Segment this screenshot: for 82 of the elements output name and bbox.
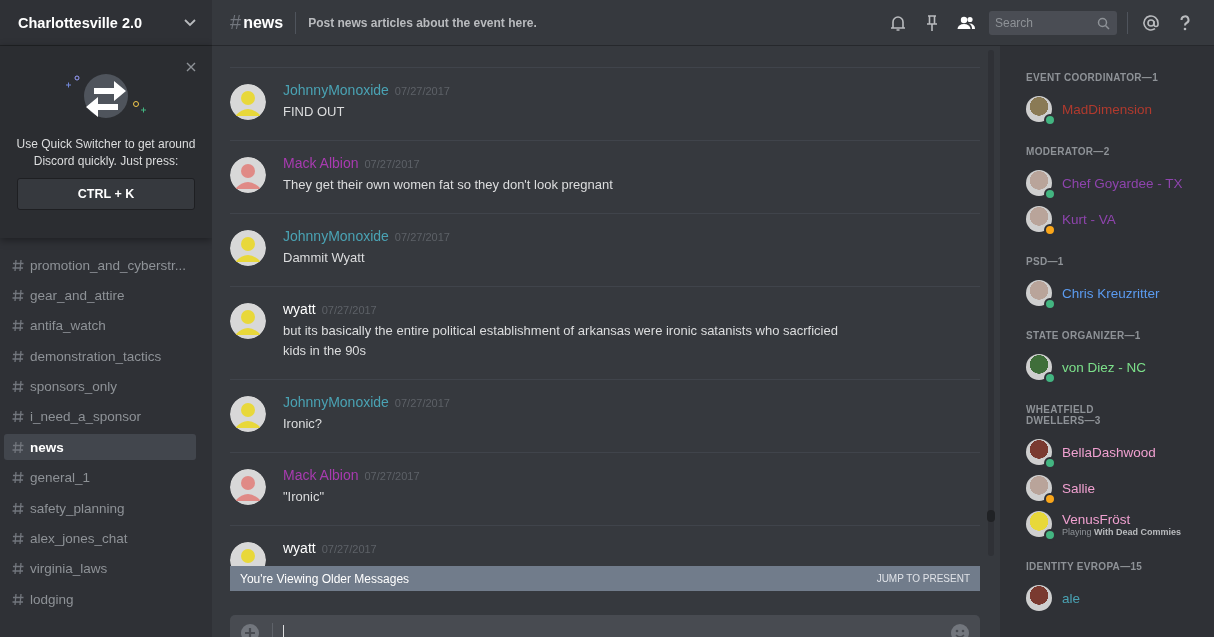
- hash-icon: [12, 501, 24, 515]
- channel-item[interactable]: promotion_and_cyberstr...: [4, 252, 196, 278]
- hash-icon: [12, 410, 24, 424]
- message-author[interactable]: JohnnyMonoxide: [283, 228, 389, 244]
- member-name[interactable]: BellaDashwood: [1062, 444, 1156, 460]
- role-heading: WHEATFIELD DWELLERS—3: [1026, 404, 1102, 426]
- channel-item[interactable]: antifa_watch: [4, 312, 196, 339]
- member-name[interactable]: Sallie: [1062, 480, 1096, 496]
- user-avatar[interactable]: [230, 84, 266, 120]
- channel-item[interactable]: gear_and_attire: [4, 282, 196, 309]
- hash-icon: [12, 288, 24, 302]
- hash-icon: [12, 592, 24, 606]
- older-messages-label: You're Viewing Older Messages: [240, 571, 410, 586]
- mention-icon[interactable]: [1141, 12, 1161, 33]
- hash-icon: [12, 380, 24, 394]
- hash-icon: [12, 471, 24, 485]
- member-name[interactable]: ale: [1062, 590, 1080, 606]
- message-text: They get their own women fat so they don't look pregnant: [283, 176, 613, 194]
- member-avatar[interactable]: [1026, 280, 1052, 306]
- search-field[interactable]: Search: [989, 10, 1117, 35]
- server-name[interactable]: Charlottesville 2.0: [18, 14, 143, 31]
- member-avatar[interactable]: [1026, 475, 1052, 501]
- member-name[interactable]: VenusFröst: [1062, 511, 1181, 527]
- member-activity: Playing With Dead Commies: [1062, 526, 1181, 537]
- role-heading: STATE ORGANIZER—1: [1026, 330, 1142, 341]
- message-author[interactable]: Mack Albion: [283, 155, 359, 171]
- chevron-down-icon[interactable]: [184, 18, 196, 27]
- message-text: Dammit Wyatt: [283, 249, 366, 267]
- jump-to-present-link[interactable]: JUMP TO PRESENT: [876, 573, 970, 584]
- channel-item[interactable]: lodging: [4, 586, 196, 613]
- message-author[interactable]: wyatt: [283, 540, 316, 556]
- message-author[interactable]: wyatt: [283, 301, 316, 317]
- channel-item[interactable]: alex_jones_chat: [4, 525, 196, 552]
- channel-item[interactable]: demonstration_tactics: [4, 343, 196, 370]
- hash-icon: [12, 349, 24, 363]
- user-avatar[interactable]: [230, 230, 266, 266]
- member-avatar[interactable]: [1026, 206, 1052, 232]
- message-text: Ironic?: [283, 415, 324, 433]
- quick-switcher-hint: Use Quick Switcher to get around Discord quickly. Just press:: [15, 136, 197, 170]
- channel-item[interactable]: virginia_laws: [4, 555, 196, 582]
- member-name[interactable]: Chris Kreuzritter: [1062, 285, 1160, 301]
- member-name[interactable]: MadDimension: [1062, 101, 1153, 117]
- message-text: FIND OUT: [283, 103, 346, 121]
- channel-item[interactable]: safety_planning: [4, 495, 196, 522]
- channel-topic: Post news articles about the event here.: [308, 15, 538, 30]
- channel-hash: #: [230, 11, 242, 34]
- hash-icon: [12, 532, 24, 545]
- channel-item[interactable]: sponsors_only: [4, 373, 196, 400]
- hash-icon: [12, 440, 24, 454]
- shortcut-button[interactable]: CTRL + K: [17, 178, 195, 210]
- scrollbar[interactable]: [988, 50, 994, 556]
- role-heading: MODERATOR—2: [1026, 146, 1111, 157]
- message-author[interactable]: JohnnyMonoxide: [283, 82, 389, 98]
- message-text: "Ironic": [283, 488, 326, 506]
- search-icon: [1097, 16, 1110, 30]
- role-heading: PSD—1: [1026, 256, 1065, 267]
- channel-item[interactable]: general_1: [4, 464, 196, 491]
- role-heading: IDENTITY EVROPA—15: [1026, 561, 1144, 572]
- message-text: but its basically the entire political establishment of arkansas were ironic satanists who sacrficied kids in the 90s: [283, 322, 839, 360]
- hash-icon: [12, 319, 24, 333]
- hash-icon: [12, 258, 24, 272]
- member-name[interactable]: Kurt - VA: [1062, 211, 1116, 227]
- user-avatar[interactable]: [230, 396, 266, 432]
- user-avatar[interactable]: [230, 303, 266, 339]
- user-avatar[interactable]: [230, 157, 266, 193]
- message-author[interactable]: Mack Albion: [283, 467, 359, 483]
- user-avatar[interactable]: [230, 469, 266, 505]
- close-icon[interactable]: [186, 62, 196, 72]
- channel-title: news: [243, 13, 284, 32]
- role-heading: EVENT COORDINATOR—1: [1026, 72, 1159, 83]
- channel-item[interactable]: news: [4, 434, 196, 461]
- member-name[interactable]: Chef Goyardee - TX: [1062, 175, 1183, 191]
- member-avatar[interactable]: [1026, 354, 1052, 380]
- member-avatar[interactable]: [1026, 96, 1052, 122]
- hash-icon: [12, 562, 24, 576]
- member-avatar[interactable]: [1026, 170, 1052, 196]
- member-avatar[interactable]: [1026, 585, 1052, 611]
- member-avatar[interactable]: [1026, 511, 1052, 537]
- member-name[interactable]: von Diez - NC: [1062, 359, 1147, 375]
- member-avatar[interactable]: [1026, 439, 1052, 465]
- message-author[interactable]: JohnnyMonoxide: [283, 394, 389, 410]
- channel-item[interactable]: i_need_a_sponsor: [4, 403, 196, 430]
